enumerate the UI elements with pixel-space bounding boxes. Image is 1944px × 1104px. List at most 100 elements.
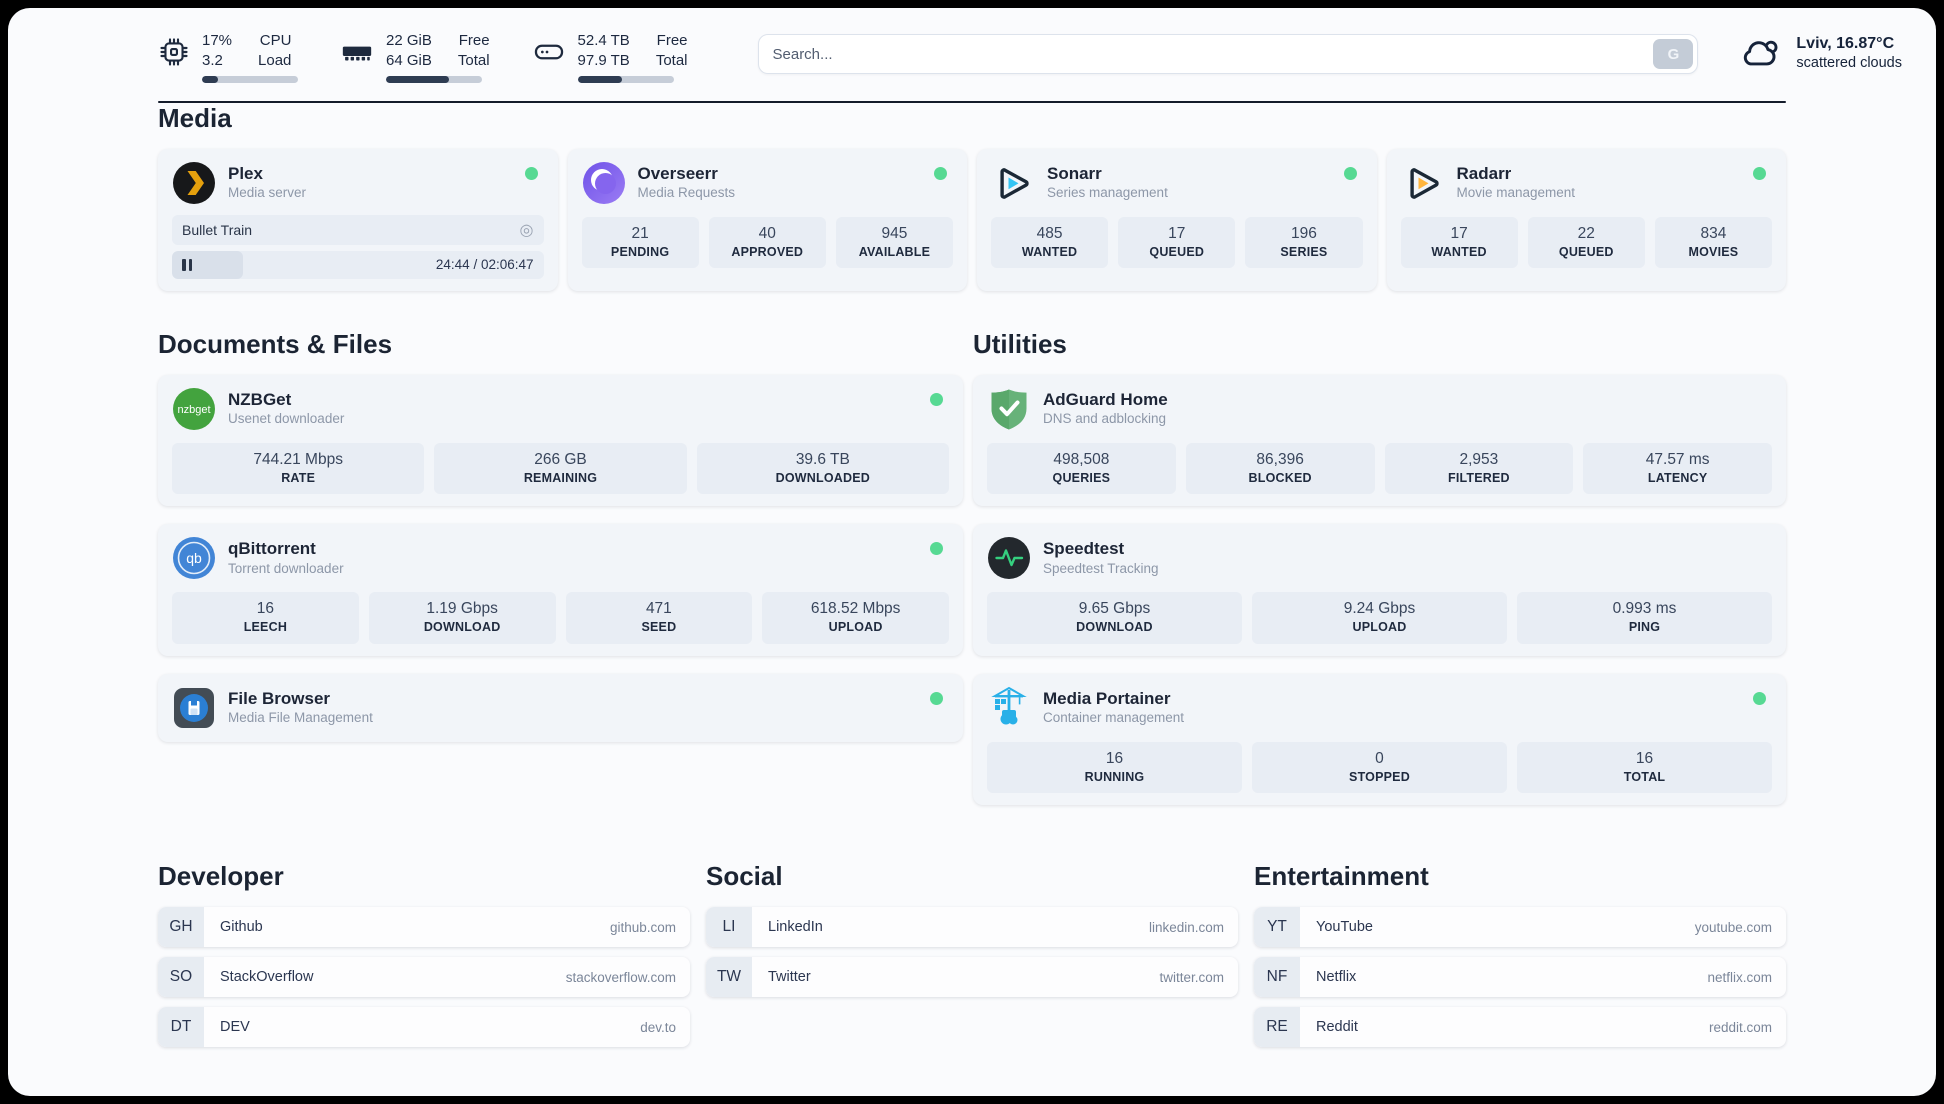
stat-remaining: 266 GB REMAINING bbox=[434, 442, 687, 495]
stat-queued: 17 QUEUED bbox=[1118, 216, 1236, 269]
stat-pending: 21 PENDING bbox=[581, 216, 699, 269]
memory-progress-bar bbox=[386, 75, 482, 83]
weather-location: Lviv, 16.87°C bbox=[1796, 34, 1895, 52]
bookmark-abbr: TW bbox=[706, 957, 752, 998]
bookmark-url: dev.to bbox=[640, 1019, 676, 1035]
bookmark-group-developer: Developer GH Github github.com SO StackO… bbox=[158, 861, 690, 1048]
bookmark-title: Github bbox=[220, 919, 263, 936]
bookmark-abbr: SO bbox=[158, 957, 204, 998]
bookmark-url: stackoverflow.com bbox=[565, 969, 676, 985]
status-dot bbox=[1753, 691, 1766, 705]
bookmark-stackoverflow[interactable]: SO StackOverflow stackoverflow.com bbox=[158, 957, 690, 998]
stat-upload: 9.24 Gbps UPLOAD bbox=[1251, 592, 1507, 644]
resource-widgets: 17% 3.2 CPU Load 22 GiB 64 GiB Free Tota… bbox=[158, 32, 688, 83]
bookmark-title: StackOverflow bbox=[220, 969, 314, 986]
app-card-speedtest[interactable]: Speedtest Speedtest Tracking 9.65 Gbps D… bbox=[972, 524, 1786, 656]
stat-latency: 47.57 ms LATENCY bbox=[1583, 442, 1773, 495]
app-card-nzbget[interactable]: nzbget NZBGet Usenet downloader 744.21 M… bbox=[158, 374, 963, 507]
app-subtitle: Media server bbox=[228, 184, 307, 200]
disk-total-label: Total bbox=[655, 51, 688, 69]
stat-filtered: 2,953 FILTERED bbox=[1384, 442, 1574, 495]
app-card-overseerr[interactable]: Overseerr Media Requests 21 PENDING 40 A… bbox=[567, 148, 967, 291]
memory-total: 64 GiB bbox=[386, 51, 432, 69]
app-subtitle: Media File Management bbox=[228, 710, 373, 726]
app-subtitle: Speedtest Tracking bbox=[1042, 560, 1159, 576]
stat-ping: 0.993 ms PING bbox=[1517, 592, 1773, 644]
app-title: Overseerr bbox=[637, 163, 718, 183]
bookmark-title: LinkedIn bbox=[768, 919, 823, 936]
bookmark-group-social: Social LI LinkedIn linkedin.com TW Twitt… bbox=[706, 861, 1238, 1047]
disk-icon bbox=[532, 32, 566, 72]
now-playing-progress: 24:44 / 02:06:47 bbox=[172, 250, 544, 279]
stat-approved: 40 APPROVED bbox=[708, 216, 826, 269]
memory-widget: 22 GiB 64 GiB Free Total bbox=[340, 32, 490, 83]
disk-free: 52.4 TB bbox=[577, 32, 630, 49]
status-dot bbox=[524, 166, 538, 180]
app-card-adguard[interactable]: AdGuard Home DNS and adblocking 498,508 … bbox=[972, 374, 1786, 507]
now-playing-title-row: Bullet Train ◎ bbox=[172, 214, 544, 245]
bookmark-netflix[interactable]: NF Netflix netflix.com bbox=[1254, 957, 1786, 998]
search-input[interactable] bbox=[757, 34, 1699, 74]
pause-button[interactable] bbox=[182, 258, 192, 271]
app-title: Radarr bbox=[1456, 163, 1512, 183]
cpu-load: 3.2 bbox=[202, 51, 223, 69]
bookmark-reddit[interactable]: RE Reddit reddit.com bbox=[1254, 1007, 1786, 1048]
stat-queries: 498,508 QUERIES bbox=[986, 442, 1176, 495]
section-heading-entertainment: Entertainment bbox=[1254, 861, 1429, 892]
stat-available: 945 AVAILABLE bbox=[835, 216, 954, 269]
app-card-qbittorrent[interactable]: qb qBittorrent Torrent downloader 16 LEE… bbox=[158, 524, 963, 656]
stat-blocked: 86,396 BLOCKED bbox=[1185, 442, 1375, 495]
bookmark-youtube[interactable]: YT YouTube youtube.com bbox=[1254, 907, 1786, 948]
weather-widget[interactable]: Lviv, 16.87°C scattered clouds bbox=[1738, 32, 1902, 75]
bookmark-linkedin[interactable]: LI LinkedIn linkedin.com bbox=[706, 907, 1238, 948]
section-heading-utilities: Utilities bbox=[972, 328, 1067, 359]
bookmark-title: Reddit bbox=[1316, 1019, 1358, 1036]
stat-wanted: 485 WANTED bbox=[991, 216, 1109, 269]
section-utilities: Utilities AdGuard Home DNS and adblockin… bbox=[972, 328, 1786, 806]
disk-progress-bar bbox=[577, 75, 674, 83]
disk-free-label: Free bbox=[656, 32, 688, 49]
bookmark-twitter[interactable]: TW Twitter twitter.com bbox=[706, 957, 1238, 998]
radarr-icon bbox=[1401, 161, 1445, 205]
section-heading-developer: Developer bbox=[158, 861, 284, 892]
adguard-icon bbox=[987, 387, 1031, 431]
qbittorrent-icon: qb bbox=[172, 536, 216, 580]
app-card-plex[interactable]: Plex Media server Bullet Train ◎ 24:44 /… bbox=[158, 148, 558, 291]
cpu-progress-fill bbox=[202, 75, 219, 83]
bookmark-github[interactable]: GH Github github.com bbox=[158, 907, 690, 948]
stat-stopped: 0 STOPPED bbox=[1251, 741, 1507, 794]
status-dot bbox=[1753, 166, 1766, 180]
stat-seed: 471 SEED bbox=[565, 592, 753, 644]
search-bar: G bbox=[757, 34, 1699, 74]
app-title: Speedtest bbox=[1042, 539, 1125, 559]
app-card-filebrowser[interactable]: File Browser Media File Management bbox=[158, 673, 963, 742]
app-card-radarr[interactable]: Radarr Movie management 17 WANTED 22 QUE… bbox=[1386, 148, 1786, 291]
memory-icon bbox=[340, 32, 374, 72]
app-title: qBittorrent bbox=[228, 539, 316, 559]
app-card-sonarr[interactable]: Sonarr Series management 485 WANTED 17 Q… bbox=[977, 148, 1377, 291]
app-card-portainer[interactable]: Media Portainer Container management 16 … bbox=[972, 673, 1786, 806]
app-subtitle: Movie management bbox=[1456, 184, 1576, 200]
stat-wanted: 17 WANTED bbox=[1400, 216, 1518, 269]
bookmark-dev[interactable]: DT DEV dev.to bbox=[158, 1007, 690, 1048]
bookmark-url: youtube.com bbox=[1694, 919, 1772, 935]
app-subtitle: Torrent downloader bbox=[228, 560, 344, 576]
bookmark-abbr: YT bbox=[1254, 907, 1300, 948]
section-documents: Documents & Files nzbget NZBGet Usenet d… bbox=[158, 329, 963, 806]
now-playing-target-icon[interactable]: ◎ bbox=[520, 220, 534, 240]
app-title: NZBGet bbox=[228, 389, 292, 409]
stat-downloaded: 39.6 TB DOWNLOADED bbox=[696, 442, 949, 495]
search-provider-button[interactable]: G bbox=[1653, 39, 1694, 69]
stat-download: 1.19 Gbps DOWNLOAD bbox=[368, 592, 556, 644]
disk-widget: 52.4 TB 97.9 TB Free Total bbox=[532, 32, 688, 83]
cpu-icon bbox=[158, 32, 190, 72]
bookmark-url: github.com bbox=[609, 919, 676, 935]
filebrowser-icon bbox=[172, 686, 216, 730]
app-title: Media Portainer bbox=[1042, 688, 1171, 708]
status-dot bbox=[929, 691, 943, 705]
disk-total: 97.9 TB bbox=[577, 51, 630, 69]
memory-free-label: Free bbox=[458, 32, 490, 49]
overseerr-icon bbox=[582, 161, 626, 205]
stat-total: 16 TOTAL bbox=[1517, 741, 1773, 794]
portainer-icon bbox=[987, 686, 1031, 730]
